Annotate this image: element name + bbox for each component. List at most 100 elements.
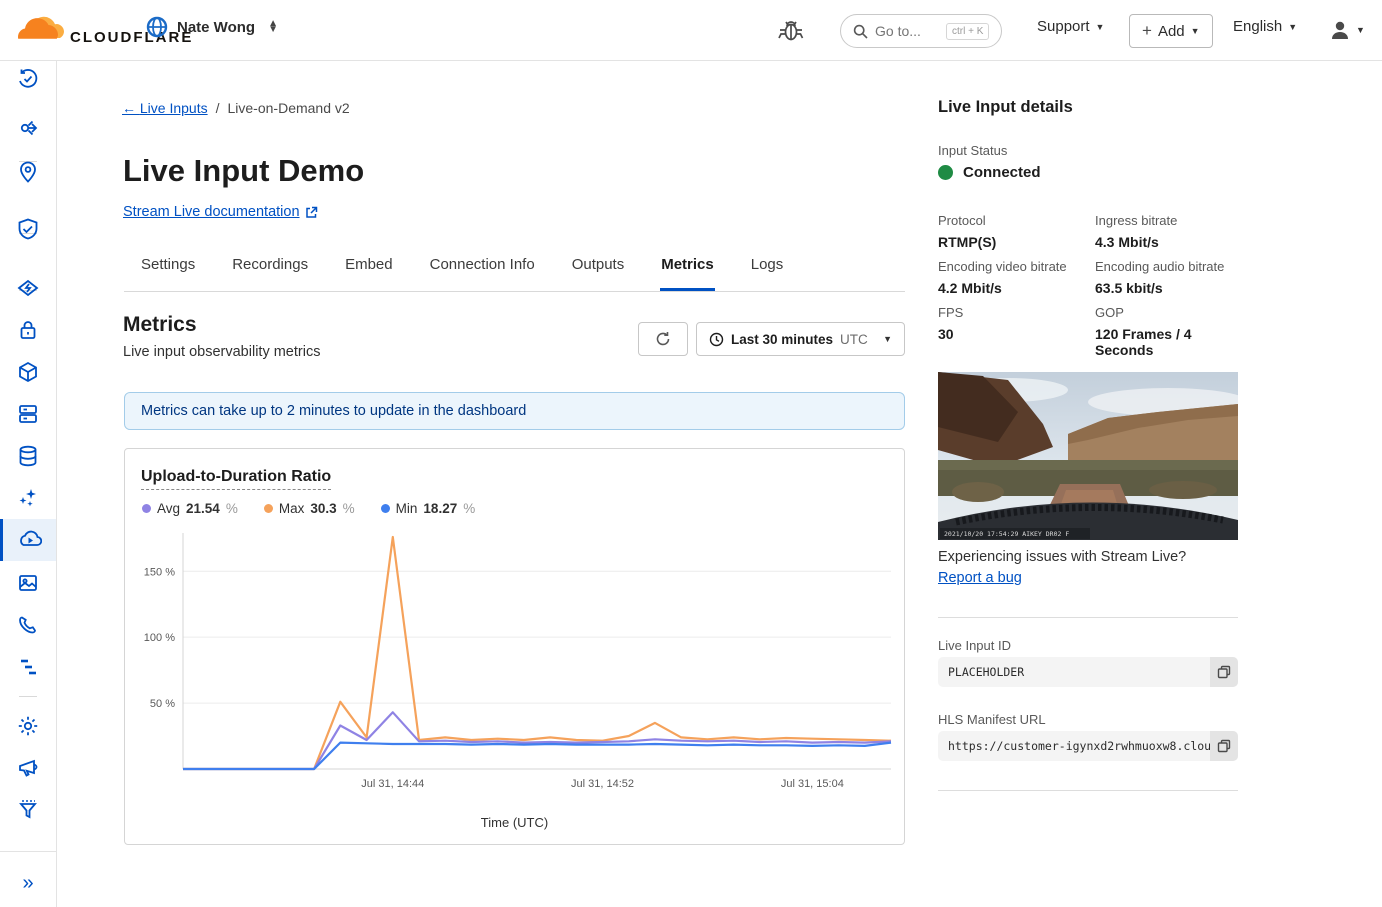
- sidebar-item-speed[interactable]: [0, 267, 56, 309]
- tab-logs[interactable]: Logs: [750, 248, 785, 291]
- sidebar-item-database[interactable]: [0, 435, 56, 477]
- sidebar-item-calls[interactable]: [0, 604, 56, 646]
- legend-value: 21.54: [186, 501, 220, 516]
- sidebar-item-history[interactable]: [0, 58, 56, 100]
- location-pin-icon: [18, 161, 38, 183]
- account-name: Nate Wong: [177, 19, 255, 36]
- add-label: Add: [1158, 23, 1185, 40]
- legend-item-max: Max 30.3 %: [264, 501, 355, 516]
- hls-url-field[interactable]: https://customer-igynxd2rwhmuoxw8.cloudf: [938, 731, 1238, 761]
- funnel-icon: [18, 799, 38, 821]
- user-menu[interactable]: ▼: [1328, 18, 1365, 42]
- documentation-link[interactable]: Stream Live documentation: [123, 204, 318, 220]
- tab-recordings[interactable]: Recordings: [231, 248, 309, 291]
- refresh-icon: [655, 331, 671, 347]
- chevron-down-icon: ▼: [883, 334, 892, 344]
- tab-embed[interactable]: Embed: [344, 248, 394, 291]
- legend-name: Min: [396, 501, 418, 516]
- thumbnail-timestamp-overlay: 2021/10/20 17:54:29 AIKEY DR02 F: [944, 530, 1069, 538]
- divider: [938, 790, 1238, 791]
- chevron-updown-icon: ▲▼: [268, 21, 278, 33]
- sidebar-divider: [19, 696, 37, 697]
- network-icon: [17, 117, 39, 139]
- sidebar-item-images[interactable]: [0, 562, 56, 604]
- sidebar-item-ssl[interactable]: [0, 309, 56, 351]
- input-status: Connected: [938, 164, 1041, 181]
- documentation-link-label[interactable]: Stream Live documentation: [123, 204, 300, 220]
- svg-text:Jul 31, 15:04: Jul 31, 15:04: [781, 778, 844, 790]
- legend-name: Max: [279, 501, 305, 516]
- breadcrumb-back-link[interactable]: ← Live Inputs: [122, 100, 208, 116]
- tab-connection-info[interactable]: Connection Info: [429, 248, 536, 291]
- plus-icon: +: [1142, 21, 1152, 41]
- sidebar-item-storage[interactable]: [0, 393, 56, 435]
- gear-icon: [17, 715, 39, 737]
- time-range-selector[interactable]: Last 30 minutes UTC ▼: [696, 322, 905, 356]
- field-value: RTMP(S): [938, 234, 1095, 250]
- info-banner: Metrics can take up to 2 minutes to upda…: [124, 392, 905, 430]
- history-check-icon: [17, 68, 39, 90]
- language-label: English: [1233, 18, 1282, 35]
- bug-report-button[interactable]: [778, 16, 806, 44]
- sidebar-item-notifications[interactable]: [0, 747, 56, 789]
- live-input-id-label: Live Input ID: [938, 638, 1011, 653]
- sidebar-item-locations[interactable]: [0, 151, 56, 193]
- svg-text:150 %: 150 %: [144, 566, 175, 578]
- refresh-button[interactable]: [638, 322, 688, 356]
- tab-metrics[interactable]: Metrics: [660, 248, 715, 291]
- support-menu[interactable]: Support ▼: [1037, 18, 1104, 35]
- legend-value: 18.27: [423, 501, 457, 516]
- clock-icon: [709, 332, 724, 347]
- sidebar-item-filter[interactable]: [0, 789, 56, 831]
- time-range-label: Last 30 minutes: [731, 332, 833, 347]
- copy-icon: [1217, 739, 1231, 753]
- account-switcher[interactable]: Nate Wong ▲▼: [146, 16, 278, 38]
- field-ingress-bitrate: Ingress bitrate 4.3 Mbit/s: [1095, 213, 1238, 250]
- chevron-down-icon: ▼: [1356, 25, 1365, 35]
- search-input[interactable]: [875, 23, 939, 39]
- sidebar-item-settings[interactable]: [0, 705, 56, 747]
- globe-icon: [146, 16, 168, 38]
- images-icon: [17, 572, 39, 594]
- language-menu[interactable]: English ▼: [1233, 18, 1297, 35]
- sidebar-item-stream[interactable]: [0, 519, 56, 561]
- sidebar-item-workers[interactable]: [0, 351, 56, 393]
- tab-settings[interactable]: Settings: [140, 248, 196, 291]
- svg-text:100 %: 100 %: [144, 632, 175, 644]
- user-icon: [1328, 18, 1352, 42]
- sidebar-item-network[interactable]: [0, 107, 56, 149]
- external-link-icon: [305, 206, 318, 219]
- cloudflare-cloud-icon: [14, 8, 78, 50]
- copy-hls-url-button[interactable]: [1210, 731, 1238, 761]
- global-search[interactable]: ctrl + K: [840, 14, 1002, 48]
- search-shortcut-kbd: ctrl + K: [946, 23, 989, 40]
- sidebar-divider: [0, 851, 56, 852]
- report-bug-link[interactable]: Report a bug: [938, 570, 1022, 586]
- live-input-id-field[interactable]: PLACEHOLDER: [938, 657, 1238, 687]
- layers-lightning-icon: [17, 277, 39, 299]
- tab-bar: Settings Recordings Embed Connection Inf…: [124, 248, 905, 292]
- sidebar-item-analytics[interactable]: [0, 646, 56, 688]
- metrics-heading: Metrics: [123, 313, 320, 337]
- package-icon: [17, 361, 39, 383]
- back-arrow-icon: ←: [122, 100, 136, 116]
- lock-icon: [18, 319, 38, 341]
- copy-icon: [1217, 665, 1231, 679]
- tab-outputs[interactable]: Outputs: [571, 248, 626, 291]
- field-label: GOP: [1095, 305, 1238, 320]
- hls-url-label: HLS Manifest URL: [938, 712, 1046, 727]
- sidebar-item-security[interactable]: [0, 208, 56, 250]
- field-value: 120 Frames / 4 Seconds: [1095, 326, 1238, 358]
- breadcrumb: ← Live Inputs / Live-on-Demand v2: [122, 100, 350, 116]
- divider: [938, 617, 1238, 618]
- sidebar-item-ai[interactable]: [0, 477, 56, 519]
- line-chart: 50 %100 %150 %Jul 31, 14:44Jul 31, 14:52…: [135, 529, 895, 811]
- legend-value: 30.3: [310, 501, 336, 516]
- add-button[interactable]: + Add ▼: [1129, 14, 1213, 48]
- field-value: 30: [938, 326, 1095, 342]
- chart-title: Upload-to-Duration Ratio: [141, 468, 331, 490]
- field-label: Protocol: [938, 213, 1095, 228]
- sidebar-collapse-button[interactable]: »: [0, 861, 56, 905]
- copy-live-input-id-button[interactable]: [1210, 657, 1238, 687]
- legend-unit: %: [463, 501, 475, 516]
